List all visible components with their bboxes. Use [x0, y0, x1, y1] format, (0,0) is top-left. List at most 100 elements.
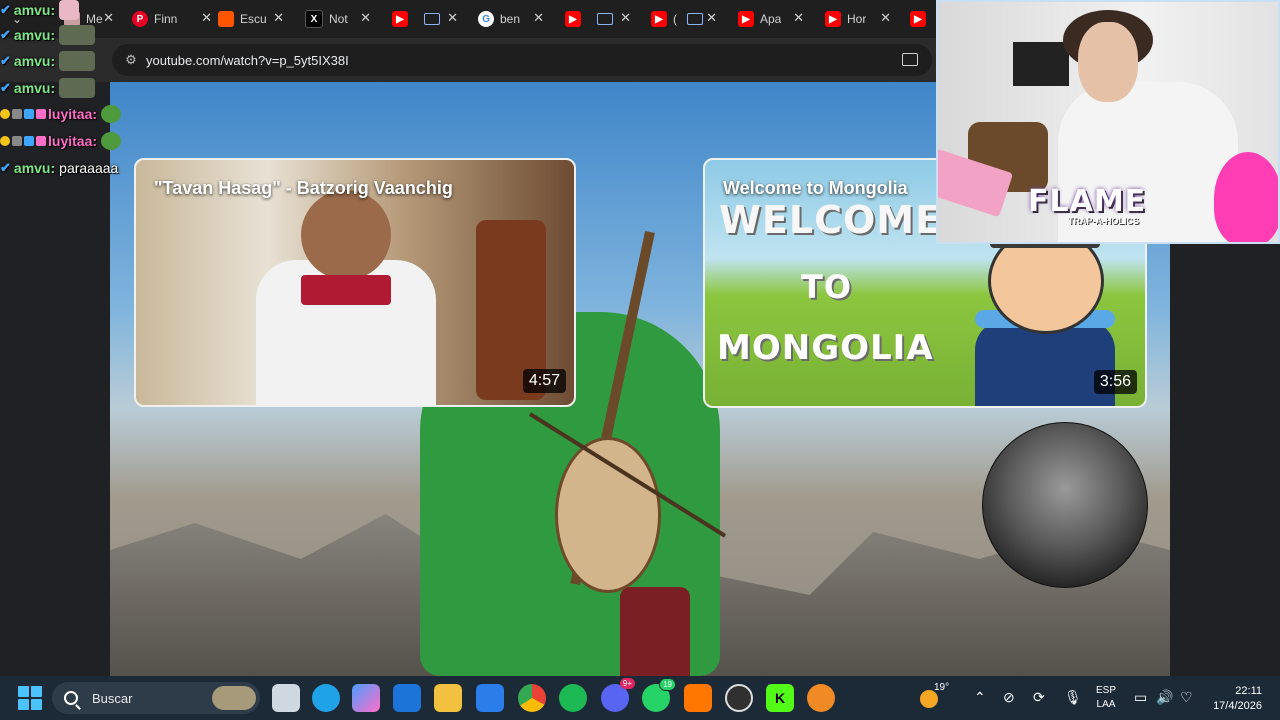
tab-title: Hor — [847, 12, 867, 26]
tab-title: ben — [500, 12, 521, 26]
close-icon[interactable]: ✕ — [706, 10, 717, 26]
close-icon[interactable]: ✕ — [201, 10, 212, 26]
browser-tab[interactable]: Escu ✕ — [218, 6, 284, 32]
browser-tab[interactable]: P Finn ✕ — [132, 6, 212, 32]
chat-separator: : — [50, 2, 56, 18]
browser-tab[interactable]: ▶ ✕ — [565, 6, 631, 32]
cat-emote-icon — [59, 0, 80, 20]
taskbar-search[interactable]: Buscar — [52, 682, 260, 714]
discord-icon[interactable]: 9+ — [601, 678, 635, 712]
chat-separator: : — [92, 133, 98, 149]
language-indicator[interactable]: ESP LAA — [1096, 684, 1116, 712]
tab-title: Escu — [240, 12, 267, 26]
frog-face-emote-icon — [59, 25, 96, 45]
cast-icon[interactable] — [902, 53, 918, 66]
overlay-logo: FLAME — [1028, 184, 1147, 219]
chat-message: ✔ amvu: — [0, 78, 96, 98]
google-icon: G — [478, 11, 494, 27]
close-icon[interactable]: ✕ — [533, 10, 544, 26]
store-icon[interactable] — [476, 684, 504, 712]
close-icon[interactable]: ✕ — [447, 10, 458, 26]
browser-tab-active[interactable]: ▶ — [910, 6, 936, 32]
badge-icon — [24, 136, 34, 146]
browser-tab[interactable]: ▶ Apa ✕ — [738, 6, 804, 32]
streamer-face — [1078, 22, 1138, 102]
picture-in-picture-icon — [687, 13, 703, 25]
omnibox[interactable]: ⚙ youtube.com/watch?v=p_5yt5IX38I — [112, 44, 932, 76]
language-code: ESP — [1096, 685, 1117, 696]
close-icon[interactable]: ✕ — [880, 10, 891, 26]
site-info-icon[interactable]: ⚙ — [124, 52, 138, 68]
chat-username: luyitaa — [48, 133, 93, 149]
card-title: Welcome to Mongolia — [723, 178, 908, 198]
chat-message: ✔ amvu: — [0, 25, 96, 45]
display-icon[interactable]: ▭ — [1134, 689, 1147, 706]
channel-subscribe-avatar[interactable] — [982, 422, 1148, 588]
checkmark-icon: ✔ — [0, 160, 11, 175]
browser-tab[interactable]: ▶ ( ✕ — [651, 6, 717, 32]
close-icon[interactable]: ✕ — [103, 10, 114, 26]
browser-tab[interactable]: ▶ ✕ — [392, 6, 458, 32]
url-text[interactable]: youtube.com/watch?v=p_5yt5IX38I — [146, 53, 349, 68]
chat-message: ✔ amvu: — [0, 0, 80, 20]
chat-separator: : — [50, 160, 56, 176]
badge-icon — [36, 136, 46, 146]
close-icon[interactable]: ✕ — [793, 10, 804, 26]
end-screen-video-card[interactable]: "Tavan Hasag" - Batzorig Vaanchig 4:57 — [134, 158, 576, 407]
sync-icon[interactable]: ⟳ — [1033, 689, 1045, 706]
chevron-up-icon[interactable]: ⌃ — [974, 689, 986, 706]
overlay-logo-subtitle: TRAP-A-HOLICS — [1068, 216, 1139, 226]
badge-icon — [12, 136, 22, 146]
notification-icon[interactable]: ♡ — [1180, 689, 1193, 706]
browser-tab[interactable]: ▶ Hor ✕ — [825, 6, 891, 32]
soundcloud-icon[interactable] — [684, 684, 712, 712]
network-icon[interactable]: ⊘ — [1003, 689, 1015, 706]
clock[interactable]: 22:11 17/4/2026 — [1208, 684, 1262, 714]
spotify-icon[interactable] — [559, 684, 587, 712]
windows-start-icon[interactable] — [18, 686, 42, 710]
obs-icon[interactable] — [725, 684, 753, 712]
checkmark-icon: ✔ — [0, 80, 11, 95]
whatsapp-icon[interactable]: 19 — [642, 678, 676, 712]
weather-temperature[interactable]: 19° — [934, 682, 949, 693]
thumbnail-text: MONGOLIA — [717, 328, 934, 368]
pepe-emote-icon — [101, 105, 122, 123]
edge-icon[interactable] — [312, 684, 340, 712]
checkmark-icon: ✔ — [0, 53, 11, 68]
kick-icon[interactable]: K — [766, 684, 794, 712]
copilot-icon[interactable] — [352, 684, 380, 712]
microphone-icon[interactable]: 🎙 — [1064, 689, 1082, 706]
youtube-icon: ▶ — [392, 11, 408, 27]
video-duration: 3:56 — [1093, 370, 1137, 394]
fl-studio-icon[interactable] — [807, 684, 835, 712]
youtube-icon: ▶ — [825, 11, 841, 27]
chat-text: paraaaaa — [59, 160, 119, 176]
thumbnail-text: TO — [801, 268, 853, 306]
card-title: "Tavan Hasag" - Batzorig Vaanchig — [154, 178, 453, 198]
chat-separator: : — [92, 106, 98, 122]
wall-poster — [1013, 42, 1069, 86]
tab-title: Apa — [760, 12, 782, 26]
task-view-icon[interactable] — [272, 684, 300, 712]
chat-username: amvu — [13, 160, 51, 176]
chrome-icon[interactable] — [518, 684, 546, 712]
close-icon[interactable]: ✕ — [620, 10, 631, 26]
chat-username: amvu — [13, 80, 51, 96]
chat-username: amvu — [13, 27, 51, 43]
close-icon[interactable]: ✕ — [273, 10, 284, 26]
volume-icon[interactable]: 🔊 — [1156, 689, 1173, 706]
close-icon[interactable]: ✕ — [360, 10, 371, 26]
chat-message: ✔ amvu: — [0, 51, 96, 71]
outlook-icon[interactable] — [393, 684, 421, 712]
performer-face — [301, 190, 391, 280]
browser-tab[interactable]: X Not ✕ — [305, 6, 371, 32]
chat-separator: : — [50, 53, 56, 69]
tab-title: ( — [673, 12, 677, 26]
pinterest-icon: P — [132, 11, 148, 27]
shirt-print — [301, 275, 391, 305]
soundcloud-icon — [218, 11, 234, 27]
badge-icon — [24, 109, 34, 119]
file-explorer-icon[interactable] — [434, 684, 462, 712]
keyboard-layout: LAA — [1096, 699, 1116, 710]
browser-tab[interactable]: G ben ✕ — [478, 6, 544, 32]
